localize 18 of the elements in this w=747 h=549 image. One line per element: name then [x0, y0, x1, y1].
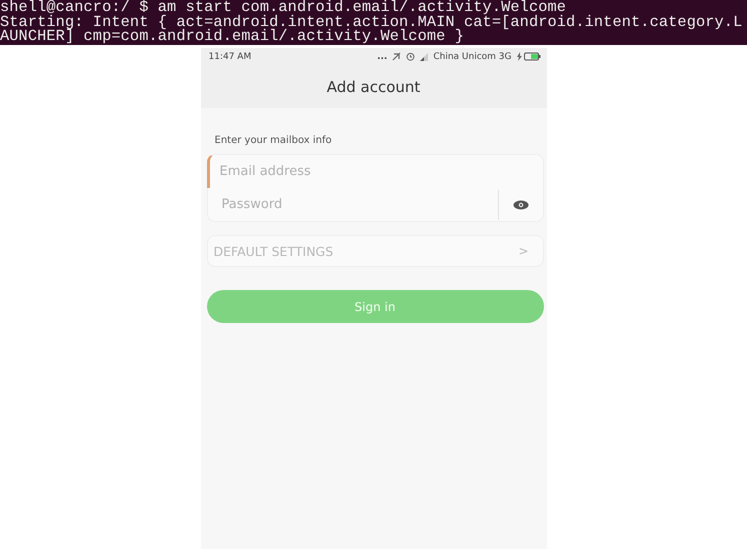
- default-settings-row[interactable]: DEFAULT SETTINGS >: [206, 235, 544, 267]
- overflow-dots: ...: [377, 52, 388, 62]
- status-time: 11:47 AM: [208, 52, 252, 62]
- signal-icon: [420, 52, 428, 60]
- terminal-line: shell@cancro:/ $ am start com.android.email/.activity.Welcome: [0, 0, 566, 14]
- chevron-icon: >: [518, 244, 528, 258]
- section-label: Enter your mailbox info: [214, 135, 333, 146]
- terminal-line: AUNCHER] cmp=com.android.email/.activity.Welcome }: [0, 29, 465, 44]
- password-field[interactable]: Password: [206, 188, 498, 222]
- carrier-name: China Unicom 3G: [433, 52, 512, 62]
- eye-icon: [512, 200, 528, 210]
- alarm-icon: [406, 52, 416, 61]
- notification-icon: [392, 52, 402, 61]
- charging-battery-icon: [516, 52, 540, 61]
- terminal-line: Starting: Intent { act=android.intent.action.MAIN cat=[android.intent.category.L: [0, 14, 744, 29]
- show-password-toggle[interactable]: [498, 188, 544, 222]
- email-field[interactable]: Email address: [206, 154, 544, 188]
- screen-title: Add account: [200, 65, 546, 108]
